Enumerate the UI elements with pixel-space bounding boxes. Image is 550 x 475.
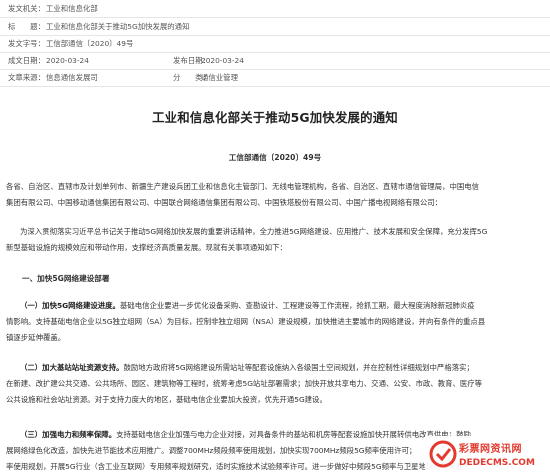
text-line: 在新建、改扩建公共交通、公共场所、园区、建筑物等工程时，统筹考虑5G站址部署需求… [6,379,483,388]
docno-value: 工信部通信〔2020〕49号 [46,39,134,48]
item-2-paragraph: （二）加大基站站址资源支持。鼓励地方政府将5G网络建设所需站址等配套设施纳入各级… [6,360,544,408]
article-title: 工业和信息化部关于推动5G加快发展的通知 [152,110,398,125]
text-line: 集团有限公司、中国移动通信集团有限公司、中国联合网络通信集团有限公司、中国铁塔股… [6,198,443,207]
publish-date-value: 2020-03-24 [201,56,244,65]
issuer-label: 发文机关： [8,4,45,13]
watermark-domain: DEDECMS.COM [459,458,535,468]
item-3-text: 支持基础电信企业加强与电力企业对接，对具备条件的基站和机房等配套设施加快开展转供… [116,430,471,439]
item-3-heading: （三）加强电力和频率保障。 [20,430,117,439]
text-line: 为深入贯彻落实习近平总书记关于推动5G网络加快发展的重要讲话精神，全力推进5G网… [20,227,488,236]
article-docno: 工信部通信〔2020〕49号 [228,153,322,162]
text-line: 新型基础设施的规模效应和带动作用，支撑经济高质量发展。现就有关事项通知如下： [6,243,287,252]
section-heading: 一、加快5G网络建设部署 [22,274,110,283]
document-metadata-table: 发文机关： 工业和信息化部 标 题： 工业和信息化部关于推动5G加快发展的通知 … [0,0,550,87]
item-1-paragraph: （一）加快5G网络建设进度。基础电信企业要进一步优化设备采购、查勘设计、工程建设… [6,298,544,346]
site-watermark: 彩票网资讯网 DEDECMS.COM [425,436,550,475]
item-1-heading: （一）加快5G网络建设进度。 [20,301,120,310]
watermark-logo-icon [429,440,457,468]
subject-label: 标 题： [8,22,45,31]
source-value: 信息通信发展司 [46,73,98,82]
watermark-text: 彩票网资讯网 [459,444,522,455]
category-value: 通信业管理 [201,73,238,82]
subject-value: 工业和信息化部关于推动5G加快发展的通知 [46,22,190,31]
item-1-text: 基础电信企业要进一步优化设备采购、查勘设计、工程建设等工作流程，抢抓工期，最大程… [119,301,475,310]
text-line: 公共设施和社会站址资源。对于支持力度大的地区，基础电信企业要加大投资，优先开通5… [6,395,327,404]
text-line: 镇逐步延伸覆盖。 [6,333,66,342]
item-2-text: 鼓励地方政府将5G网络建设所需站址等配套设施纳入各级国土空间规划，并在控制性详细… [123,363,474,372]
text-line: 各省、自治区、直辖市及计划单列市、新疆生产建设兵团工业和信息化主管部门、无线电管… [6,182,480,191]
text-line: （二）加大基站站址资源支持。鼓励地方政府将5G网络建设所需站址等配套设施纳入各级… [6,360,544,376]
date-value: 2020-03-24 [46,56,89,65]
divider [0,86,550,87]
intro-paragraph: 为深入贯彻落实习近平总书记关于推动5G网络加快发展的重要讲话精神，全力推进5G网… [6,224,544,256]
item-2-heading: （二）加大基站站址资源支持。 [20,363,124,372]
text-line: 情影响。支持基础电信企业以5G独立组网（SA）为目标，控制非独立组网（NSA）建… [6,317,486,326]
recipients-paragraph: 各省、自治区、直辖市及计划单列市、新疆生产建设兵团工业和信息化主管部门、无线电管… [6,179,544,211]
docno-label: 发文字号： [8,39,45,48]
issuer-value: 工业和信息化部 [46,4,98,13]
source-label: 文章来源： [8,73,45,82]
date-label: 成文日期： [8,56,45,65]
text-line: （一）加快5G网络建设进度。基础电信企业要进一步优化设备采购、查勘设计、工程建设… [6,298,544,314]
